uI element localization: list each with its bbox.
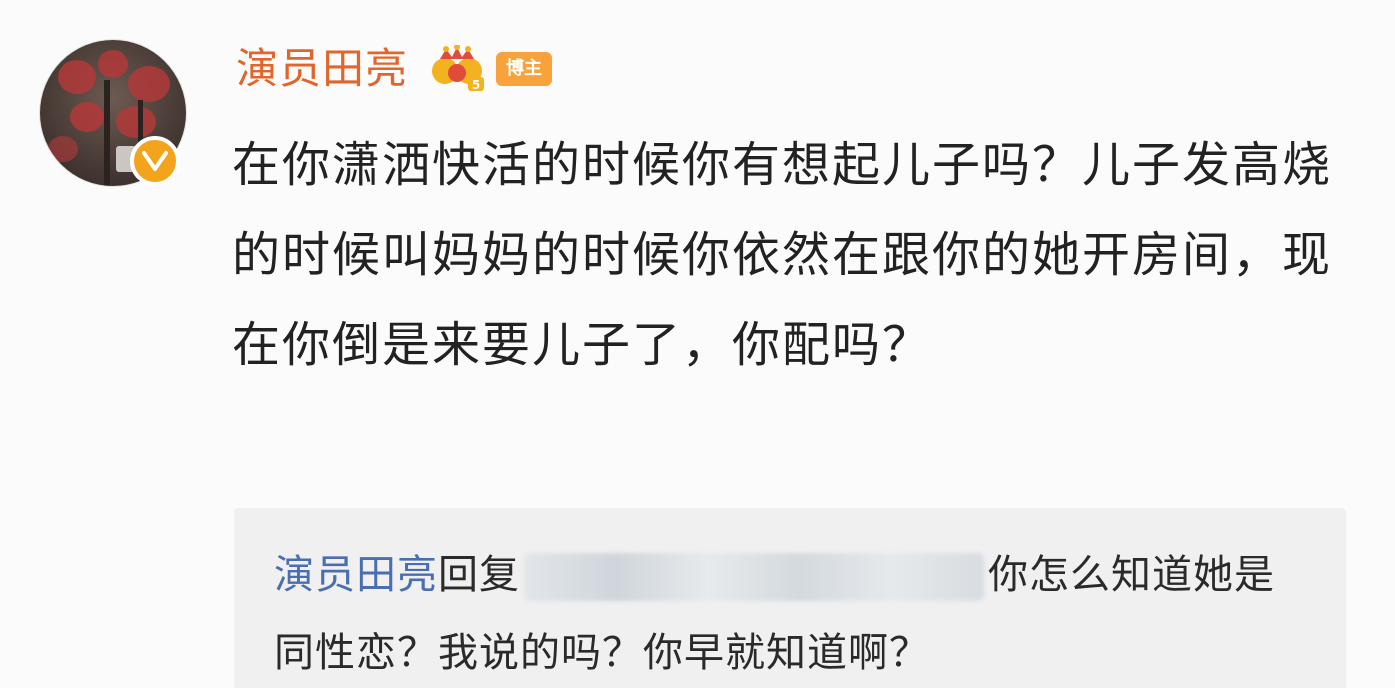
crown-icon[interactable]: 5 bbox=[428, 44, 486, 93]
reply-text-block: 演员田亮回复 你怎么知道她是同性恋？我说的吗？你早就知道啊？ bbox=[274, 536, 1314, 688]
comment-text: 在你潇洒快活的时候你有想起儿子吗？儿子发高烧的时候叫妈妈的时候你依然在跟你的她开… bbox=[232, 137, 1333, 373]
comment-header: 演员田亮 5 博主 bbox=[236, 40, 553, 98]
reply-action-label: 回复 bbox=[438, 552, 520, 598]
verified-v-icon bbox=[130, 136, 180, 186]
crown-level: 5 bbox=[472, 78, 480, 92]
username-link[interactable]: 演员田亮 bbox=[236, 40, 408, 98]
redacted-username bbox=[524, 553, 984, 601]
reply-author-link[interactable]: 演员田亮 bbox=[274, 552, 438, 598]
reply-box[interactable]: 演员田亮回复 你怎么知道她是同性恋？我说的吗？你早就知道啊？ bbox=[234, 508, 1346, 688]
blogger-badge: 博主 bbox=[496, 52, 553, 86]
weibo-comment-card: 演员田亮 5 博主 在你潇洒快活的时候你有想起儿子吗？儿子发高烧的时候叫妈妈的时… bbox=[0, 0, 1395, 688]
